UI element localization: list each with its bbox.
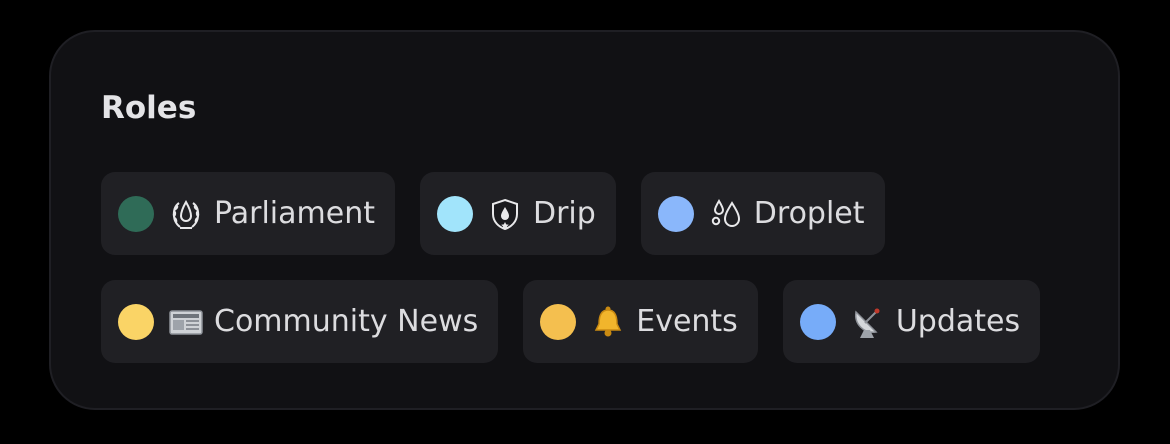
role-chip-drip[interactable]: Drip (419, 172, 616, 255)
role-chip-updates[interactable]: Updates (782, 280, 1041, 363)
newspaper-icon (166, 302, 206, 342)
droplets-icon (706, 194, 746, 234)
role-color-dot (118, 195, 154, 232)
laurel-droplet-icon (166, 194, 206, 234)
role-color-dot (540, 303, 577, 340)
role-chip-events[interactable]: Events (523, 280, 758, 363)
role-label: Droplet (753, 196, 865, 231)
role-label: Drip (532, 196, 596, 231)
role-chip-community-news[interactable]: Community News (101, 280, 499, 363)
role-color-dot (799, 303, 836, 340)
roles-row: Community News Events Updates (101, 280, 1041, 363)
shield-droplet-icon (485, 194, 525, 234)
role-label: Community News (214, 304, 479, 339)
satellite-antenna-icon (848, 302, 888, 342)
role-chip-parliament[interactable]: Parliament (101, 172, 395, 255)
role-color-dot (657, 195, 694, 232)
bell-icon (588, 302, 628, 342)
role-color-dot (436, 195, 473, 232)
roles-title: Roles (101, 90, 197, 126)
roles-row: Parliament Drip Droplet (101, 172, 885, 255)
role-label: Events (636, 304, 738, 339)
role-color-dot (118, 303, 154, 340)
roles-card: Roles Parliament Drip Droplet Community … (49, 30, 1120, 410)
role-label: Updates (895, 304, 1021, 339)
role-chip-droplet[interactable]: Droplet (640, 172, 885, 255)
role-label: Parliament (214, 196, 375, 231)
